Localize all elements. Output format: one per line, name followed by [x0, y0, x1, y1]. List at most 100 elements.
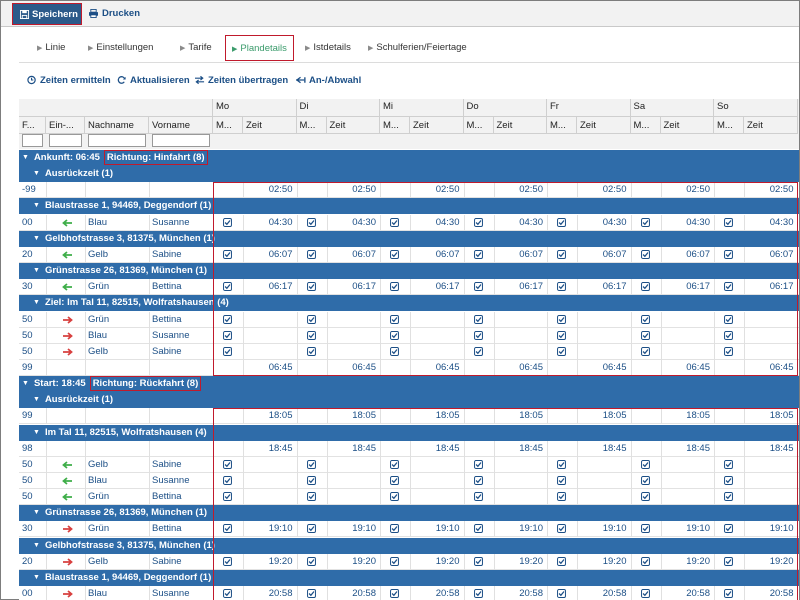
checkbox-checked-icon[interactable]	[724, 556, 733, 566]
tab-einstellungen[interactable]: ▶ Einstellungen	[88, 35, 153, 61]
checkbox-checked-icon[interactable]	[724, 314, 733, 324]
checkbox-checked-icon[interactable]	[223, 346, 232, 356]
checkbox-checked-icon[interactable]	[473, 249, 483, 259]
checkbox-checked-icon[interactable]	[223, 314, 232, 324]
checkbox-checked-icon[interactable]	[390, 282, 399, 292]
checkbox-checked-icon[interactable]	[390, 330, 399, 340]
table-row[interactable]: 99 18:05 18:05 18:05 18:05 18:05 18:05 18:05	[19, 408, 799, 425]
action-aktualisieren[interactable]: Aktualisieren	[117, 71, 190, 91]
checkbox-checked-icon[interactable]	[640, 330, 650, 340]
checkbox-checked-icon[interactable]	[306, 459, 316, 469]
table-row[interactable]: 20 Gelb Sabine 06:07 06:07 06:07 06:07 06:07 06:…	[19, 246, 799, 263]
table-row[interactable]: 30 Grün Bettina 06:17 06:17 06:17 06:17 06:17 06…	[19, 279, 799, 296]
checkbox-checked-icon[interactable]	[640, 476, 650, 485]
table-row[interactable]: 50 Blau Susanne	[19, 473, 799, 489]
group-header[interactable]: ▼ Ausrückzeit (1)	[19, 392, 799, 409]
checkbox-checked-icon[interactable]	[306, 282, 316, 292]
group-header[interactable]: ▼ Ziel: Im Tal 11, 82515, Wolfratshausen …	[19, 295, 799, 312]
checkbox-checked-icon[interactable]	[306, 589, 316, 599]
filter-vorname-input[interactable]	[152, 134, 210, 147]
table-row[interactable]: 50 Grün Bettina	[19, 489, 799, 506]
checkbox-checked-icon[interactable]	[473, 217, 483, 227]
checkbox-checked-icon[interactable]	[306, 217, 316, 227]
checkbox-checked-icon[interactable]	[557, 524, 566, 534]
checkbox-checked-icon[interactable]	[473, 476, 483, 485]
checkbox-checked-icon[interactable]	[557, 476, 566, 485]
table-row[interactable]: 50 Grün Bettina	[19, 311, 799, 328]
tab-tarife[interactable]: ▶ Tarife	[180, 35, 212, 61]
checkbox-checked-icon[interactable]	[306, 524, 316, 534]
checkbox-checked-icon[interactable]	[640, 524, 650, 534]
checkbox-checked-icon[interactable]	[724, 330, 733, 340]
section-header[interactable]: ▼ Start: 18:45 Richtung: Rückfahrt (8)	[19, 376, 799, 393]
table-row[interactable]: 00 Blau Susanne 04:30 04:30 04:30 04:30 04:30 04…	[19, 214, 799, 231]
table-row[interactable]: 99 06:45 06:45 06:45 06:45 06:45 06:45 06:45	[19, 359, 799, 376]
checkbox-checked-icon[interactable]	[557, 556, 566, 566]
print-button[interactable]: Drucken	[88, 3, 140, 25]
checkbox-checked-icon[interactable]	[557, 314, 566, 324]
checkbox-checked-icon[interactable]	[640, 589, 650, 599]
checkbox-checked-icon[interactable]	[223, 459, 232, 469]
table-row[interactable]: 50 Gelb Sabine	[19, 343, 799, 360]
checkbox-checked-icon[interactable]	[640, 217, 650, 227]
checkbox-checked-icon[interactable]	[390, 346, 399, 356]
checkbox-checked-icon[interactable]	[557, 589, 566, 599]
table-row[interactable]: 50 Blau Susanne	[19, 327, 799, 344]
group-header[interactable]: ▼ Grünstrasse 26, 81369, München (1)	[19, 505, 799, 522]
checkbox-checked-icon[interactable]	[390, 556, 399, 566]
table-row[interactable]: 50 Gelb Sabine	[19, 456, 799, 473]
checkbox-checked-icon[interactable]	[390, 459, 399, 469]
tab-schulferien-feiertage[interactable]: ▶ Schulferien/Feiertage	[368, 35, 467, 61]
filter-nachname-input[interactable]	[88, 134, 146, 147]
filter-ein-input[interactable]	[49, 134, 82, 147]
checkbox-checked-icon[interactable]	[557, 459, 566, 469]
checkbox-checked-icon[interactable]	[557, 282, 566, 292]
checkbox-checked-icon[interactable]	[223, 282, 232, 292]
checkbox-checked-icon[interactable]	[640, 282, 650, 292]
checkbox-checked-icon[interactable]	[557, 249, 566, 259]
tab-plandetails[interactable]: ▶ Plandetails	[225, 35, 294, 61]
checkbox-checked-icon[interactable]	[473, 346, 483, 356]
checkbox-checked-icon[interactable]	[223, 524, 232, 534]
checkbox-checked-icon[interactable]	[306, 330, 316, 340]
checkbox-checked-icon[interactable]	[640, 459, 650, 469]
checkbox-checked-icon[interactable]	[223, 556, 232, 566]
checkbox-checked-icon[interactable]	[724, 249, 733, 259]
checkbox-checked-icon[interactable]	[390, 492, 399, 502]
action-zeiten-ermitteln[interactable]: Zeiten ermitteln	[27, 71, 111, 91]
checkbox-checked-icon[interactable]	[390, 217, 399, 227]
checkbox-checked-icon[interactable]	[724, 282, 733, 292]
checkbox-checked-icon[interactable]	[306, 476, 316, 485]
table-row[interactable]: 00 Blau Susanne 20:58 20:58 20:58 20:58 20:58 20…	[19, 586, 799, 600]
filter-f-input[interactable]	[22, 134, 43, 147]
action-an-abwahl[interactable]: An-/Abwahl	[295, 71, 361, 91]
group-header[interactable]: ▼ Im Tal 11, 82515, Wolfratshausen (4)	[19, 424, 799, 441]
checkbox-checked-icon[interactable]	[390, 476, 399, 485]
save-button[interactable]: Speichern	[12, 3, 82, 25]
group-header[interactable]: ▼ Ausrückzeit (1)	[19, 166, 799, 183]
checkbox-checked-icon[interactable]	[306, 249, 316, 259]
checkbox-checked-icon[interactable]	[390, 249, 399, 259]
checkbox-checked-icon[interactable]	[473, 524, 483, 534]
checkbox-checked-icon[interactable]	[306, 556, 316, 566]
checkbox-checked-icon[interactable]	[473, 314, 483, 324]
checkbox-checked-icon[interactable]	[557, 492, 566, 502]
checkbox-checked-icon[interactable]	[306, 492, 316, 502]
action-zeiten-bertragen[interactable]: Zeiten übertragen	[195, 71, 288, 91]
group-header[interactable]: ▼ Gelbhofstrasse 3, 81375, München (1)	[19, 537, 799, 554]
checkbox-checked-icon[interactable]	[223, 330, 232, 340]
checkbox-checked-icon[interactable]	[724, 346, 733, 356]
checkbox-checked-icon[interactable]	[640, 314, 650, 324]
checkbox-checked-icon[interactable]	[223, 492, 232, 502]
checkbox-checked-icon[interactable]	[640, 556, 650, 566]
table-row[interactable]: -99 02:50 02:50 02:50 02:50 02:50 02:50 02:50	[19, 182, 799, 199]
section-header[interactable]: ▼ Ankunft: 06:45 Richtung: Hinfahrt (8)	[19, 150, 799, 166]
checkbox-checked-icon[interactable]	[306, 346, 316, 356]
group-header[interactable]: ▼ Blaustrasse 1, 94469, Deggendorf (1)	[19, 198, 799, 215]
checkbox-checked-icon[interactable]	[724, 459, 733, 469]
checkbox-checked-icon[interactable]	[724, 524, 733, 534]
checkbox-checked-icon[interactable]	[640, 249, 650, 259]
checkbox-checked-icon[interactable]	[390, 524, 399, 534]
group-header[interactable]: ▼ Grünstrasse 26, 81369, München (1)	[19, 263, 799, 280]
checkbox-checked-icon[interactable]	[223, 589, 232, 599]
